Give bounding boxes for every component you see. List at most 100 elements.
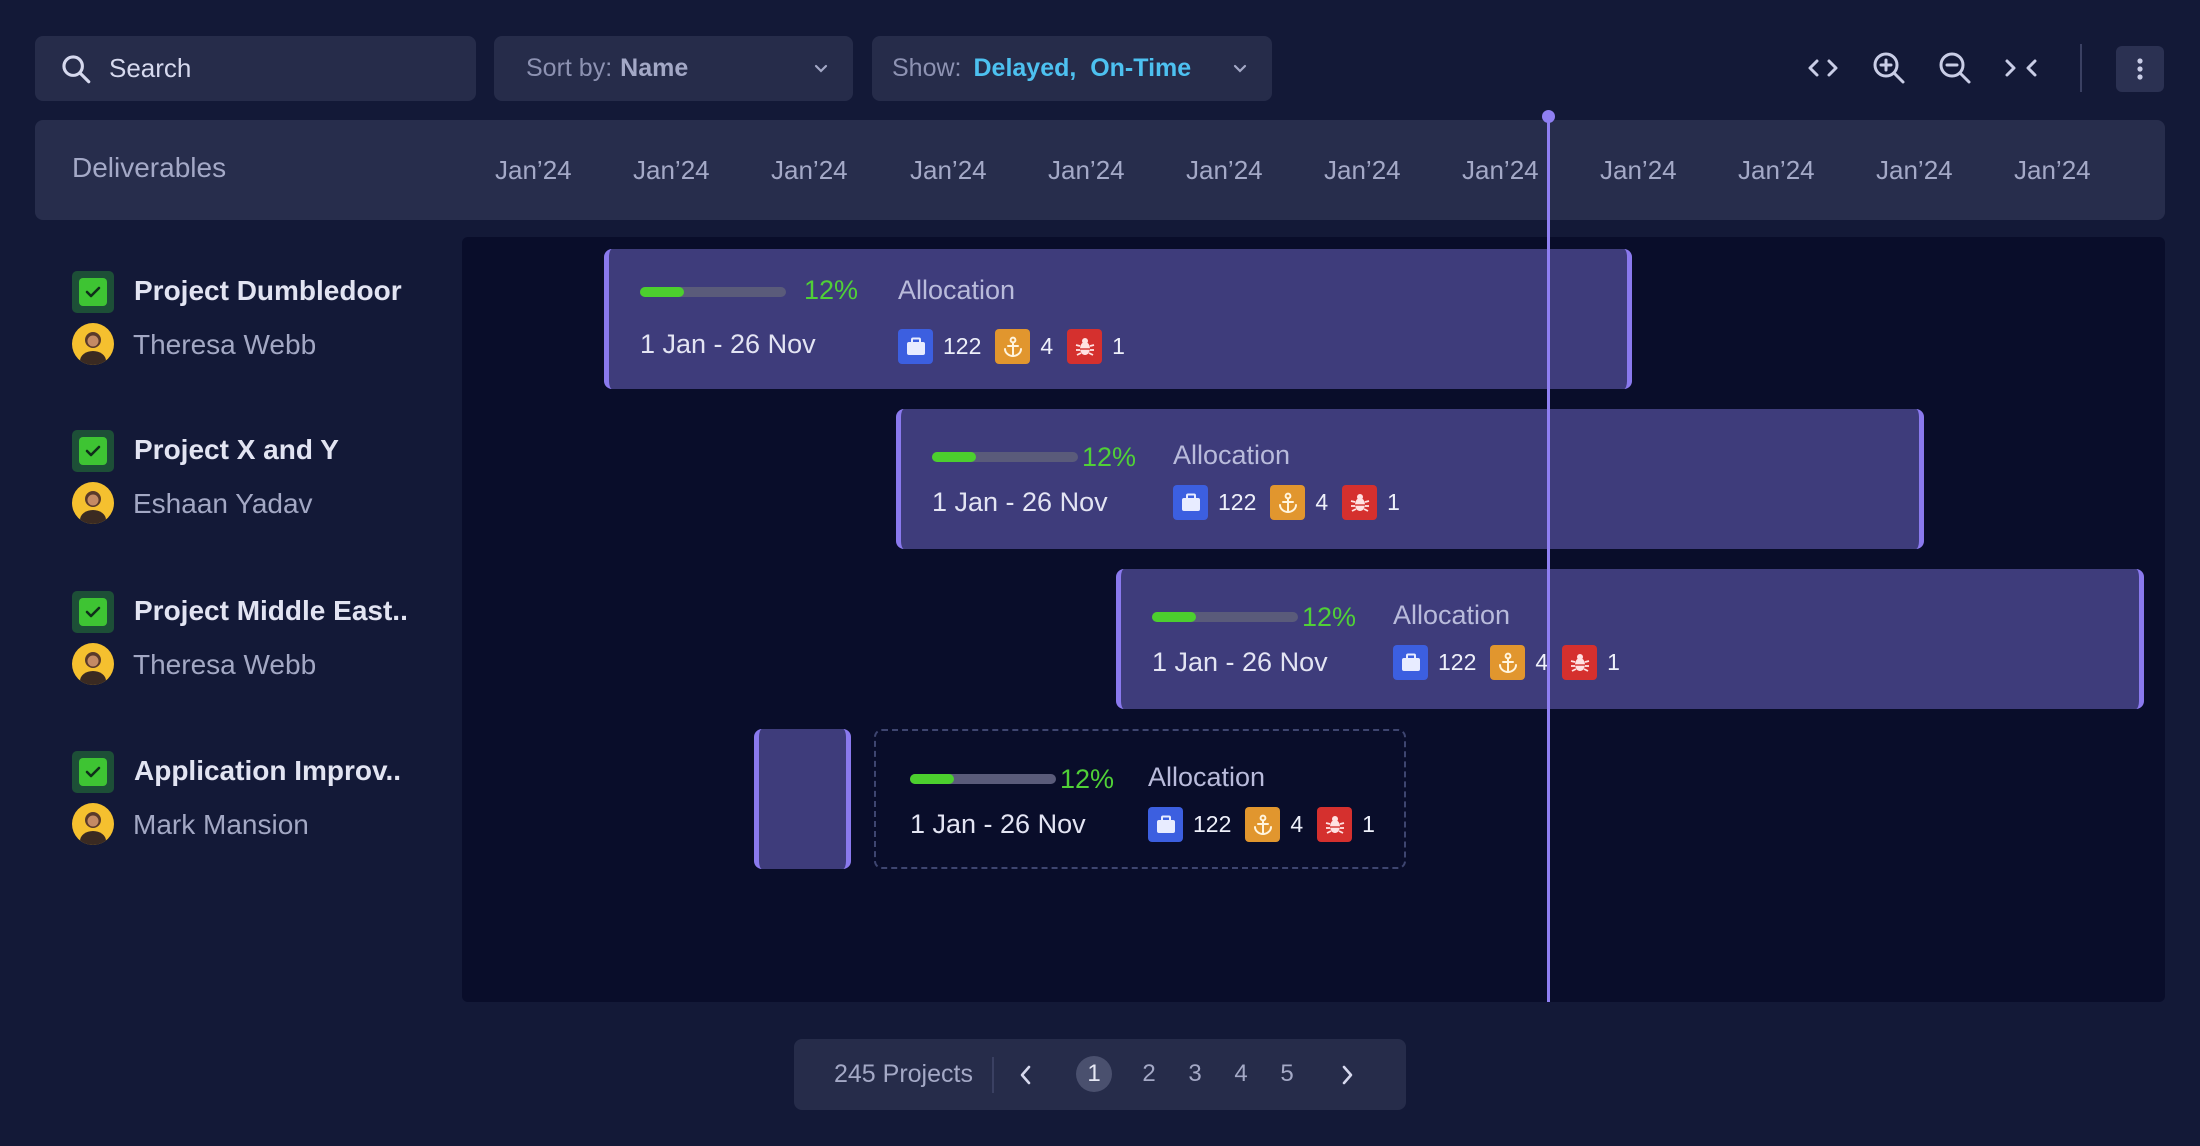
- owner-name: Mark Mansion: [133, 809, 309, 840]
- bug-count: 1: [1112, 333, 1125, 359]
- deliverable-item[interactable]: Project Dumbledoor Theresa Webb: [72, 271, 452, 371]
- bug-badge: [1317, 807, 1353, 842]
- more-vertical-icon: [2137, 58, 2143, 80]
- gantt-bar[interactable]: 12% Allocation 1 Jan - 26 Nov 122 4 1: [604, 249, 1632, 389]
- deliverables-title: Deliverables: [72, 152, 227, 183]
- bug-icon: [1325, 815, 1344, 834]
- briefcase-count: 122: [1438, 649, 1477, 675]
- briefcase-badge: [1148, 807, 1183, 842]
- month-label: Jan’24: [1186, 155, 1263, 185]
- checkbox-icon: [85, 766, 101, 778]
- show-label: Show:: [892, 54, 962, 82]
- anchor-count: 4: [1315, 489, 1329, 515]
- anchor-badge: [995, 329, 1031, 364]
- chevron-right-icon[interactable]: [1334, 1062, 1360, 1088]
- progress-percent: 12%: [1082, 442, 1137, 472]
- anchor-count: 4: [1040, 333, 1054, 359]
- search-input[interactable]: [109, 53, 429, 84]
- bar-stats: 122 4 1: [898, 329, 1139, 364]
- bug-count: 1: [1362, 811, 1375, 837]
- anchor-badge: [1245, 807, 1281, 842]
- gantt-bar-details[interactable]: 12% Allocation 1 Jan - 26 Nov 122 4 1: [874, 729, 1406, 869]
- briefcase-count: 122: [1218, 489, 1257, 515]
- briefcase-badge: [1393, 645, 1428, 680]
- date-range: 1 Jan - 26 Nov: [932, 487, 1108, 517]
- briefcase-count: 122: [1193, 811, 1232, 837]
- gantt-bar[interactable]: [754, 729, 851, 869]
- progress-bar: [910, 774, 1056, 784]
- page-button-2[interactable]: 2: [1131, 1056, 1167, 1092]
- project-name: Project Middle East..: [134, 595, 408, 626]
- avatar: [72, 643, 114, 685]
- allocation-label: Allocation: [1173, 440, 1291, 470]
- more-options-button[interactable]: [2116, 46, 2164, 92]
- progress-percent: 12%: [1302, 602, 1357, 632]
- deliverable-item[interactable]: Project Middle East.. Theresa Webb: [72, 591, 452, 691]
- expand-icon[interactable]: [1803, 48, 1843, 88]
- today-marker-handle[interactable]: [1542, 110, 1555, 123]
- bar-stats: 122 4 1: [1173, 485, 1414, 520]
- search-icon: [62, 54, 91, 83]
- progress-bar: [640, 287, 786, 297]
- zoom-in-icon[interactable]: [1869, 48, 1909, 88]
- anchor-count: 4: [1290, 811, 1304, 837]
- deliverable-item[interactable]: Project X and Y Eshaan Yadav: [72, 430, 452, 530]
- page-button-4[interactable]: 4: [1223, 1056, 1259, 1092]
- month-label: Jan’24: [1324, 155, 1401, 185]
- bug-badge: [1562, 645, 1598, 680]
- progress-fill: [932, 452, 976, 462]
- month-label: Jan’24: [1600, 155, 1677, 185]
- bar-stats: 122 4 1: [1393, 645, 1634, 680]
- date-range: 1 Jan - 26 Nov: [1152, 647, 1328, 677]
- progress-percent: 12%: [804, 275, 859, 305]
- gantt-bar[interactable]: 12% Allocation 1 Jan - 26 Nov 122 4 1: [896, 409, 1924, 549]
- bug-icon: [1075, 337, 1094, 356]
- progress-fill: [640, 287, 684, 297]
- collapse-icon[interactable]: [2001, 48, 2041, 88]
- zoom-out-icon[interactable]: [1935, 48, 1975, 88]
- checkbox[interactable]: [72, 591, 114, 633]
- pagination-divider: [992, 1057, 994, 1093]
- month-label: Jan’24: [1462, 155, 1539, 185]
- deliverable-item[interactable]: Application Improv.. Mark Mansion: [72, 751, 452, 851]
- project-count: 245 Projects: [834, 1060, 973, 1088]
- month-label: Jan’24: [495, 155, 572, 185]
- progress-percent: 12%: [1060, 764, 1115, 794]
- chevron-down-icon: [814, 64, 828, 73]
- bug-icon: [1570, 653, 1589, 672]
- today-marker-line[interactable]: [1547, 115, 1550, 1002]
- page-button-1[interactable]: 1: [1076, 1056, 1112, 1092]
- checkbox[interactable]: [72, 751, 114, 793]
- progress-bar: [1152, 612, 1298, 622]
- briefcase-count: 122: [943, 333, 982, 359]
- checkbox[interactable]: [72, 271, 114, 313]
- sort-dropdown[interactable]: Sort by: Name: [494, 36, 853, 101]
- toolbar-divider: [2080, 44, 2082, 92]
- bug-icon: [1350, 493, 1369, 512]
- progress-fill: [910, 774, 954, 784]
- briefcase-icon: [1401, 653, 1420, 671]
- gantt-bar[interactable]: 12% Allocation 1 Jan - 26 Nov 122 4 1: [1116, 569, 2144, 709]
- checkbox[interactable]: [72, 430, 114, 472]
- show-filter-dropdown[interactable]: Show: Delayed, On-Time: [872, 36, 1272, 101]
- page-button-5[interactable]: 5: [1269, 1056, 1305, 1092]
- search-box[interactable]: [35, 36, 476, 101]
- date-range: 1 Jan - 26 Nov: [910, 809, 1086, 839]
- month-label: Jan’24: [771, 155, 848, 185]
- owner-name: Theresa Webb: [133, 329, 317, 360]
- chevron-left-icon[interactable]: [1013, 1062, 1039, 1088]
- briefcase-icon: [906, 337, 925, 355]
- avatar: [72, 323, 114, 365]
- page-button-3[interactable]: 3: [1177, 1056, 1213, 1092]
- month-label: Jan’24: [2014, 155, 2091, 185]
- bug-count: 1: [1607, 649, 1620, 675]
- toolbar: Sort by: Name Show: Delayed, On-Time: [35, 36, 2165, 101]
- project-name: Application Improv..: [134, 755, 402, 786]
- anchor-badge: [1490, 645, 1526, 680]
- month-label: Jan’24: [910, 155, 987, 185]
- allocation-label: Allocation: [898, 275, 1016, 305]
- month-label: Jan’24: [1048, 155, 1125, 185]
- bug-count: 1: [1387, 489, 1400, 515]
- avatar: [72, 803, 114, 845]
- show-value: Delayed, On-Time: [973, 54, 1192, 82]
